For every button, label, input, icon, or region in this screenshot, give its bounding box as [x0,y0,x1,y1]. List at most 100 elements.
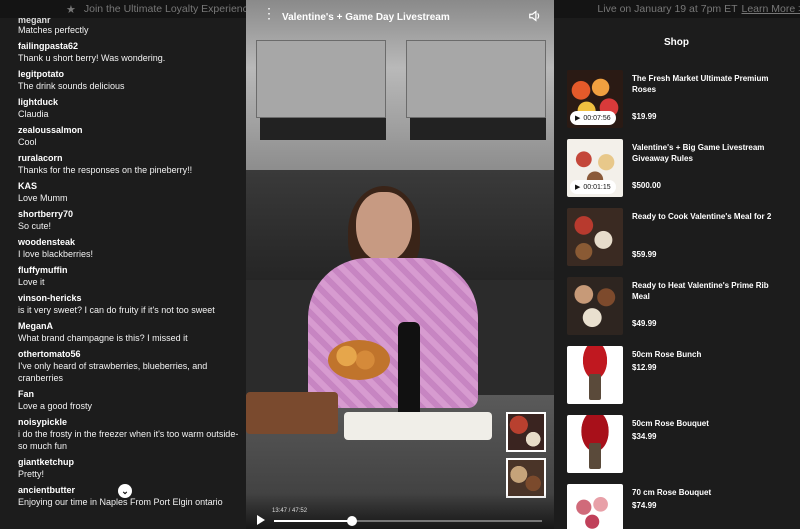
product-item[interactable]: Ready to Heat Valentine's Prime Rib Meal… [567,277,787,335]
progress-track[interactable] [274,516,542,526]
chat-message: failingpasta62 Thank u short berry! Was w… [18,41,246,64]
chat-username: legitpotato [18,69,64,79]
shop-panel: Shop ▶ 00:07:56 The Fresh Market Ultimate … [554,18,800,529]
product-item[interactable]: ▶ 00:01:15 Valentine's + Big Game Livestre… [567,139,787,197]
product-name[interactable]: 50cm Rose Bouquet [632,418,782,429]
product-price: $500.00 [632,181,661,190]
chat-text: Thank u short berry! Was wondering. [18,53,166,63]
chat-text: So cute! [18,221,52,231]
product-image[interactable]: ▶ 00:01:15 [567,139,623,197]
clip-duration: 00:07:56 [583,114,611,122]
chat-username: giantketchup [18,457,75,467]
product-name[interactable]: Ready to Heat Valentine's Prime Rib Meal [632,280,782,302]
chat-text: Pretty! [18,469,45,479]
product-name[interactable]: Ready to Cook Valentine's Meal for 2 [632,211,782,222]
product-price: $12.99 [632,363,657,372]
video-player[interactable]: ⋮ Valentine's + Game Day Livestream 13:4… [246,0,554,529]
chat-text: Enjoying our time in Naples From Port El… [18,497,223,507]
product-image[interactable] [567,277,623,335]
product-item[interactable]: ▶ 00:07:56 The Fresh Market Ultimate Premi… [567,70,787,128]
chat-text: Love a good frosty [18,401,93,411]
product-item[interactable]: 70 cm Rose Bouquet $74.99 [567,484,787,529]
chat-message: othertomato56 I've only heard of strawber… [18,349,246,384]
chat-message: MeganA What brand champagne is this? I mi… [18,321,246,344]
chat-username: ancientbutter [18,485,76,495]
product-image[interactable] [567,208,623,266]
scroll-down-button[interactable]: ⌄ [118,484,132,498]
product-price: $19.99 [632,112,657,121]
chat-message: zealoussalmon Cool [18,125,246,148]
chat-message: fluffymuffin Love it [18,265,246,288]
chat-message: lightduck Claudia [18,97,246,120]
total-time: 47:52 [292,508,308,514]
product-item[interactable]: 50cm Rose Bunch $12.99 [567,346,787,404]
product-price: $74.99 [632,501,657,510]
chat-text: Claudia [18,109,49,119]
chat-username: fluffymuffin [18,265,68,275]
chat-message: vinson-hericks is it very sweet? I can do… [18,293,246,316]
chat-text: Love Mumm [18,193,68,203]
chat-message: woodensteak I love blackberries! [18,237,246,260]
current-time: 13:47 [272,508,288,514]
progress-fill [274,520,352,522]
star-icon: ★ [66,3,76,16]
product-price: $49.99 [632,319,657,328]
product-image[interactable]: ▶ 00:07:56 [567,70,623,128]
chat-username: vinson-hericks [18,293,82,303]
chat-text: Matches perfectly [18,25,89,35]
chat-text: Love it [18,277,45,287]
product-image[interactable] [567,484,623,529]
chat-message: ancientbutter Enjoying our time in Naples… [18,485,246,508]
product-item[interactable]: Ready to Cook Valentine's Meal for 2 $59.… [567,208,787,266]
speaker-icon[interactable] [528,9,542,23]
chat-text: Thanks for the responses on the pineberr… [18,165,193,175]
clip-duration-badge[interactable]: ▶ 00:07:56 [570,111,616,125]
product-image[interactable] [567,415,623,473]
clip-duration: 00:01:15 [583,183,611,191]
chat-message: ruralacorn Thanks for the responses on th… [18,153,246,176]
product-name[interactable]: 50cm Rose Bunch [632,349,782,360]
chat-message: noisypickle i do the frosty in the freeze… [18,417,246,452]
chat-message: Matches perfectly [18,24,246,36]
product-thumbnails [506,412,546,504]
product-item[interactable]: 50cm Rose Bouquet $34.99 [567,415,787,473]
play-icon[interactable] [256,515,266,525]
chat-username: noisypickle [18,417,68,427]
shop-title: Shop [664,37,689,48]
play-icon: ▶ [575,115,581,122]
learn-more-link[interactable]: Learn More > [742,3,800,15]
chat-username: MeganA [18,321,54,331]
more-options-icon[interactable]: ⋮ [262,6,276,20]
product-thumbnail[interactable] [506,412,546,452]
product-thumbnail[interactable] [506,458,546,498]
banner-text-tail: Live on January 19 at 7pm ET [597,3,738,15]
chat-username: failingpasta62 [18,41,79,51]
chat-username: zealoussalmon [18,125,83,135]
product-name[interactable]: 70 cm Rose Bouquet [632,487,782,498]
chat-text: I've only heard of strawberries, blueber… [18,361,208,383]
clip-duration-badge[interactable]: ▶ 00:01:15 [570,180,616,194]
progress-knob[interactable] [346,516,357,526]
chat-message: giantketchup Pretty! [18,457,246,480]
chat-message: legitpotato The drink sounds delicious [18,69,246,92]
chat-username: lightduck [18,97,58,107]
product-name[interactable]: Valentine's + Big Game Livestream Giveaw… [632,142,782,164]
chat-text: is it very sweet? I can do fruity if it'… [18,305,215,315]
chat-text: i do the frosty in the freezer when it's… [18,429,239,451]
chat-message: Fan Love a good frosty [18,389,246,412]
chevron-down-icon: ⌄ [121,485,129,496]
chat-text: The drink sounds delicious [18,81,125,91]
play-icon: ▶ [575,184,581,191]
chat-username: ruralacorn [18,153,63,163]
player-controls: 13:47 / 47:52 [246,493,554,529]
chat-username: othertomato56 [18,349,81,359]
product-name[interactable]: The Fresh Market Ultimate Premium Roses [632,73,782,95]
chat-message: shortberry70 So cute! [18,209,246,232]
chat-username: KAS [18,181,38,191]
chat-username: Fan [18,389,35,399]
product-image[interactable] [567,346,623,404]
time-readout: 13:47 / 47:52 [272,508,308,514]
chat-panel[interactable]: meganr Matches perfectly failingpasta62 Th… [0,18,246,529]
chat-text: What brand champagne is this? I missed i… [18,333,188,343]
product-price: $59.99 [632,250,657,259]
